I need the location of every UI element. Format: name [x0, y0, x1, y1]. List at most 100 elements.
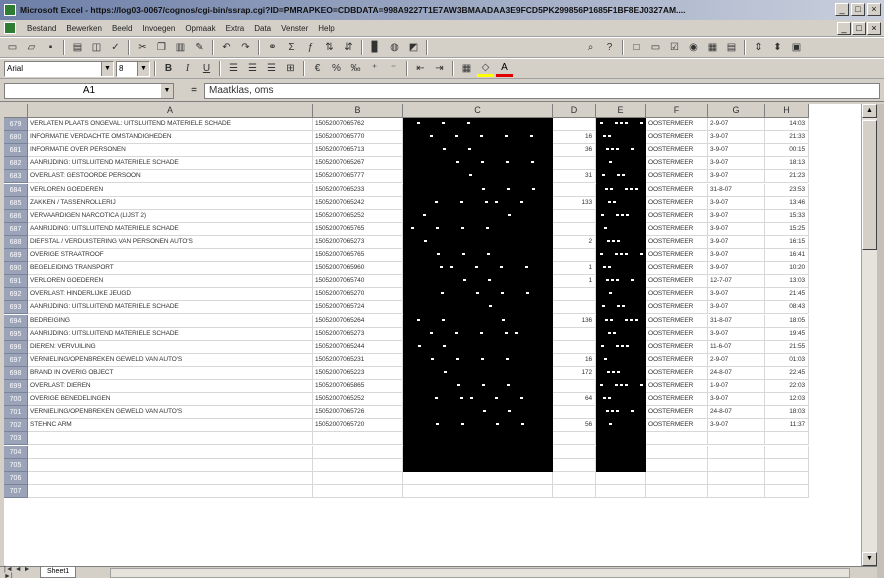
menu-help[interactable]: Help [313, 24, 339, 33]
cell-f[interactable]: OOSTERMEER [646, 131, 708, 145]
align-right-icon[interactable]: ☰ [263, 61, 280, 77]
menu-extra[interactable]: Extra [221, 24, 250, 33]
cell-d[interactable] [553, 406, 596, 420]
cell-h[interactable]: 18:03 [765, 406, 809, 420]
cell-a[interactable]: OVERIGE STRAATROOF [28, 249, 313, 263]
cell-g[interactable]: 3-9-07 [708, 288, 765, 302]
cell-a[interactable]: OVERLAST: GESTOORDE PERSOON [28, 170, 313, 184]
cell-h[interactable]: 21:23 [765, 170, 809, 184]
cell-a[interactable] [28, 432, 313, 446]
cell-h[interactable] [765, 471, 809, 485]
cell-f[interactable] [646, 484, 708, 498]
cell-b[interactable]: 15052007065273 [313, 327, 403, 341]
cell-a[interactable] [28, 471, 313, 485]
vertical-scrollbar[interactable]: ▲ ▼ [861, 104, 877, 566]
percent-icon[interactable]: % [328, 61, 345, 77]
radio-icon[interactable]: ◉ [685, 40, 702, 56]
cell-d[interactable]: 31 [553, 170, 596, 184]
cell-b[interactable] [313, 445, 403, 459]
doc-minimize-button[interactable]: _ [837, 22, 851, 35]
cell-d[interactable] [553, 301, 596, 315]
cell-g[interactable]: 3-9-07 [708, 419, 765, 433]
cell-g[interactable]: 31-8-07 [708, 314, 765, 328]
cell-a[interactable]: OVERLAST: HINDERLIJKE JEUGD [28, 288, 313, 302]
cell-d[interactable] [553, 471, 596, 485]
drawing-icon[interactable]: ◩ [405, 40, 422, 56]
cell-b[interactable]: 15052007065765 [313, 222, 403, 236]
cell-b[interactable]: 15052007065724 [313, 301, 403, 315]
cell-f[interactable] [646, 445, 708, 459]
cell-a[interactable]: BRAND IN OVERIG OBJECT [28, 366, 313, 380]
increase-decimal-icon[interactable]: ⁺ [366, 61, 383, 77]
cell-d[interactable] [553, 327, 596, 341]
cell-b[interactable]: 15052007065713 [313, 144, 403, 158]
copy-icon[interactable]: ❐ [153, 40, 170, 56]
cell-g[interactable]: 3-9-07 [708, 170, 765, 184]
cell-f[interactable]: OOSTERMEER [646, 406, 708, 420]
cell-h[interactable]: 13:46 [765, 196, 809, 210]
function-icon[interactable]: ƒ [302, 40, 319, 56]
cell-d[interactable]: 136 [553, 314, 596, 328]
tab-navigation[interactable]: |◄ ◄ ► ►| [0, 566, 40, 578]
menu-bestand[interactable]: Bestand [22, 24, 61, 33]
cell-b[interactable] [313, 471, 403, 485]
cell-f[interactable]: OOSTERMEER [646, 393, 708, 407]
cell-c[interactable] [403, 471, 553, 485]
cell-h[interactable]: 12:03 [765, 393, 809, 407]
row-header[interactable]: 704 [4, 445, 28, 459]
row-header[interactable]: 687 [4, 222, 28, 236]
row-header[interactable]: 681 [4, 144, 28, 158]
cell-d[interactable] [553, 484, 596, 498]
cell-g[interactable]: 24-8-07 [708, 406, 765, 420]
cell-f[interactable]: OOSTERMEER [646, 144, 708, 158]
cell-b[interactable]: 15052007065231 [313, 353, 403, 367]
cell-b[interactable]: 15052007065242 [313, 196, 403, 210]
cell-h[interactable]: 01:03 [765, 353, 809, 367]
cell-g[interactable] [708, 484, 765, 498]
cell-g[interactable] [708, 432, 765, 446]
cell-f[interactable]: OOSTERMEER [646, 262, 708, 276]
cell-g[interactable]: 3-9-07 [708, 262, 765, 276]
chevron-down-icon[interactable]: ▼ [101, 61, 113, 76]
cell-h[interactable]: 23:53 [765, 183, 809, 197]
cell-a[interactable]: DIEREN: VERVUILING [28, 340, 313, 354]
scroll-thumb[interactable] [862, 120, 877, 250]
cell-h[interactable]: 15:33 [765, 209, 809, 223]
cell-a[interactable]: OVERLAST: DIEREN [28, 380, 313, 394]
cell-h[interactable] [765, 484, 809, 498]
select-all-corner[interactable] [4, 104, 28, 118]
tab-sheet1[interactable]: Sheet1 [40, 567, 77, 578]
cell-f[interactable]: OOSTERMEER [646, 170, 708, 184]
cell-d[interactable]: 1 [553, 275, 596, 289]
increase-indent-icon[interactable]: ⇥ [431, 61, 448, 77]
cell-f[interactable]: OOSTERMEER [646, 314, 708, 328]
menu-bewerken[interactable]: Bewerken [61, 24, 107, 33]
cell-g[interactable]: 3-9-07 [708, 327, 765, 341]
print-icon[interactable]: ▤ [69, 40, 86, 56]
cell-h[interactable]: 14:03 [765, 118, 809, 132]
cell-g[interactable]: 3-9-07 [708, 196, 765, 210]
cell-g[interactable]: 3-9-07 [708, 209, 765, 223]
cell-b[interactable]: 15052007065264 [313, 314, 403, 328]
cell-a[interactable] [28, 445, 313, 459]
cell-d[interactable] [553, 209, 596, 223]
cell-g[interactable]: 3-9-07 [708, 131, 765, 145]
column-header-d[interactable]: D [553, 104, 596, 118]
cell-h[interactable]: 00:15 [765, 144, 809, 158]
column-header-f[interactable]: F [646, 104, 708, 118]
cell-d[interactable] [553, 249, 596, 263]
redo-icon[interactable]: ↷ [237, 40, 254, 56]
cell-e[interactable] [596, 471, 646, 485]
merge-center-icon[interactable]: ⊞ [282, 61, 299, 77]
cell-d[interactable] [553, 118, 596, 132]
row-header[interactable]: 695 [4, 327, 28, 341]
row-header[interactable]: 682 [4, 157, 28, 171]
cell-h[interactable]: 11:37 [765, 419, 809, 433]
row-header[interactable]: 685 [4, 196, 28, 210]
row-header[interactable]: 697 [4, 353, 28, 367]
row-header[interactable]: 684 [4, 183, 28, 197]
row-header[interactable]: 696 [4, 340, 28, 354]
menu-beeld[interactable]: Beeld [107, 24, 137, 33]
properties-icon[interactable]: ▣ [788, 40, 805, 56]
cell-b[interactable]: 15052007065273 [313, 235, 403, 249]
